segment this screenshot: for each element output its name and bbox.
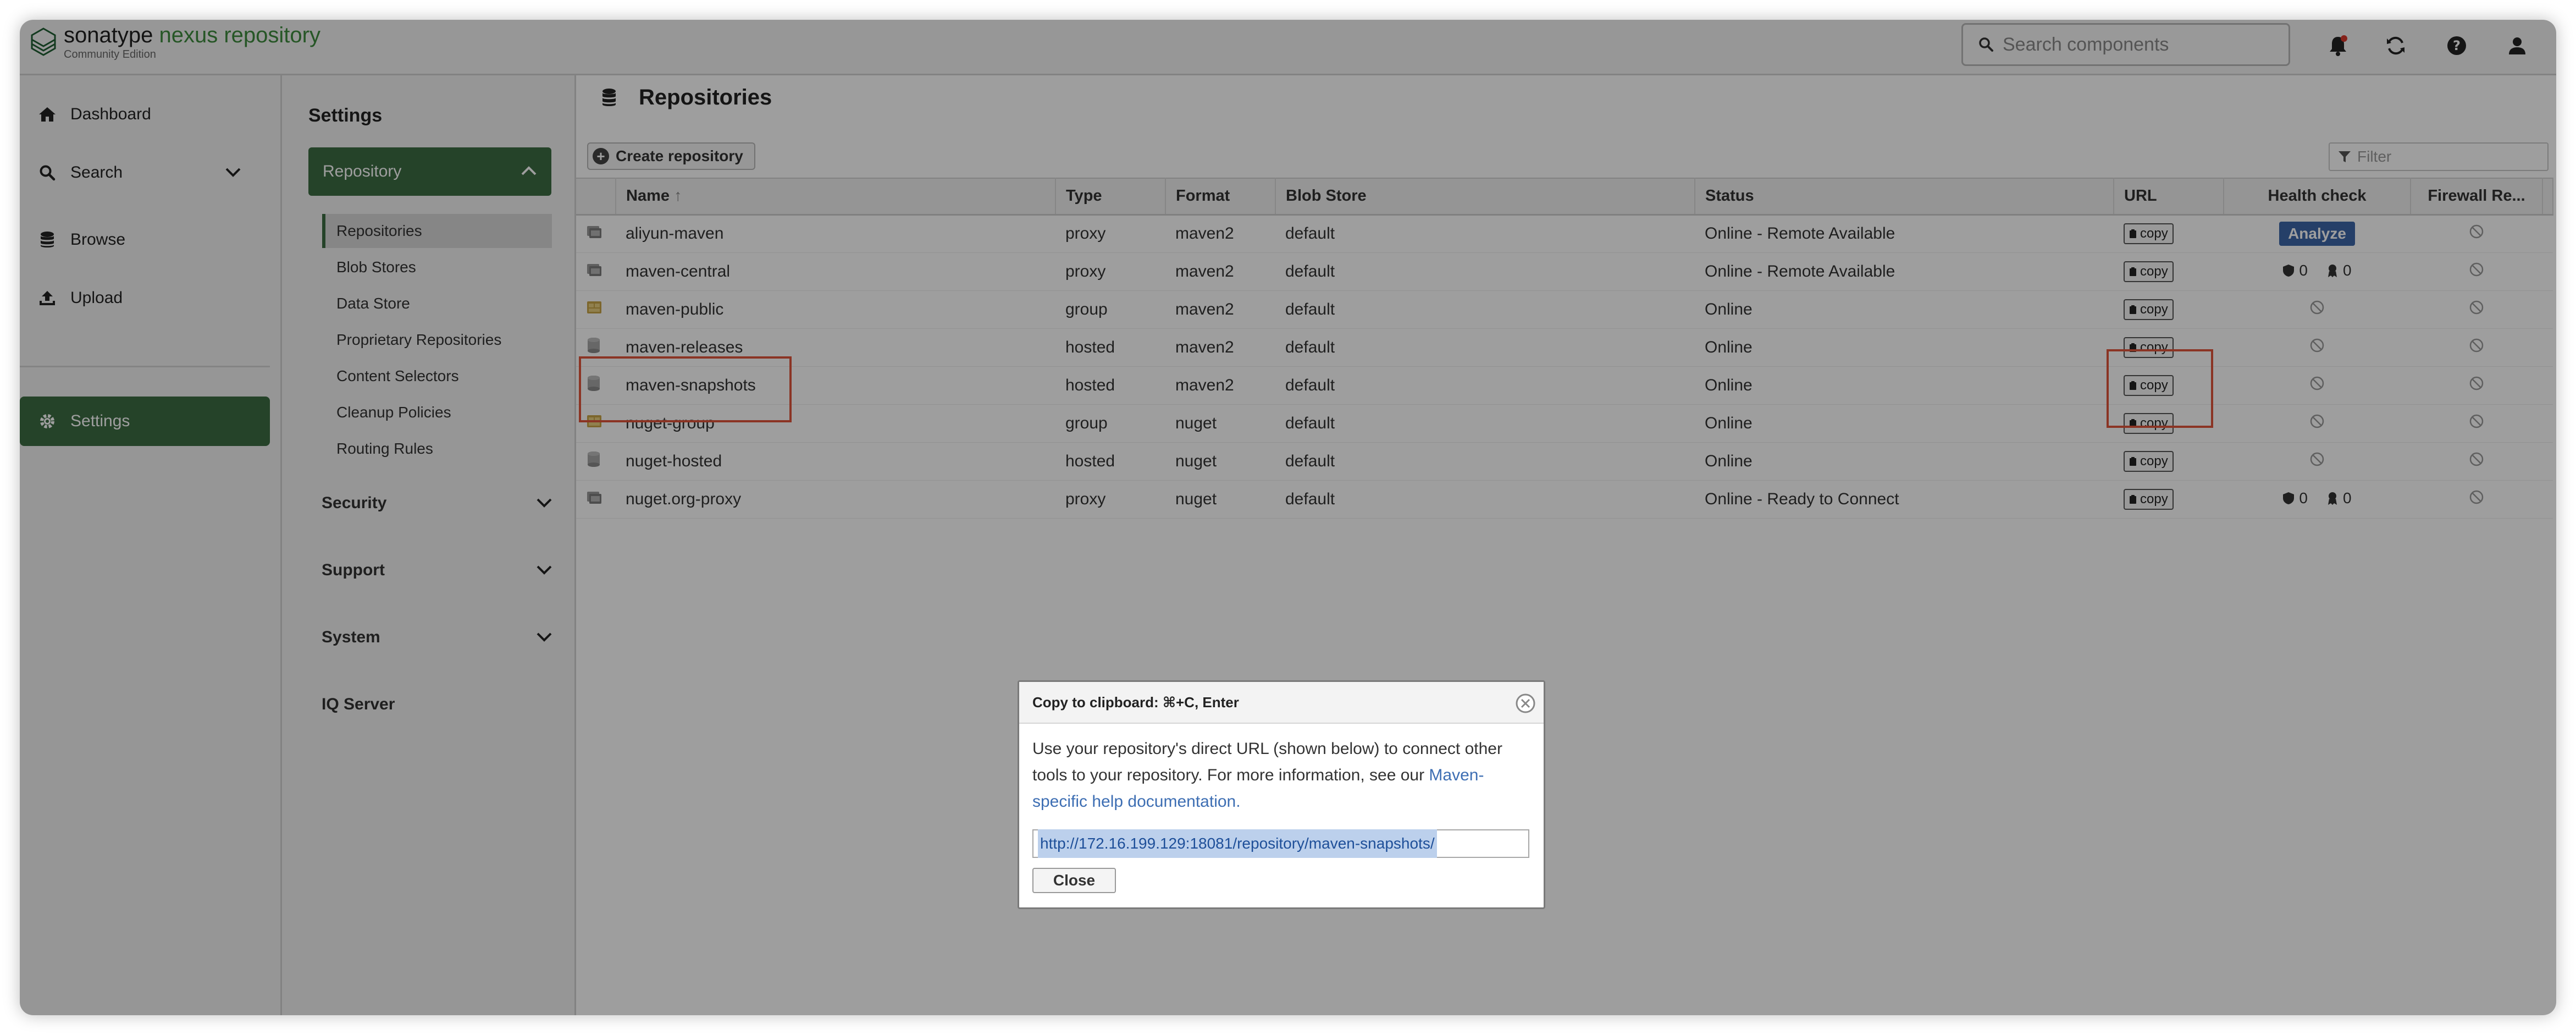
copy-url-dialog: Copy to clipboard: ⌘+C, Enter Use your r… bbox=[1018, 680, 1545, 909]
dialog-close-icon[interactable] bbox=[1515, 693, 1536, 714]
dialog-title: Copy to clipboard: ⌘+C, Enter bbox=[1032, 693, 1239, 711]
repository-url-field[interactable]: http://172.16.199.129:18081/repository/m… bbox=[1032, 829, 1529, 858]
repository-url-value: http://172.16.199.129:18081/repository/m… bbox=[1038, 829, 1437, 858]
dialog-header: Copy to clipboard: ⌘+C, Enter bbox=[1019, 682, 1544, 724]
dialog-message: Use your repository's direct URL (shown … bbox=[1032, 736, 1530, 815]
dialog-close-button[interactable]: Close bbox=[1032, 868, 1116, 893]
modal-overlay-left bbox=[20, 20, 282, 1015]
dialog-body: Use your repository's direct URL (shown … bbox=[1019, 724, 1544, 893]
app-window: sonatype nexus repository Community Edit… bbox=[20, 20, 2556, 1015]
